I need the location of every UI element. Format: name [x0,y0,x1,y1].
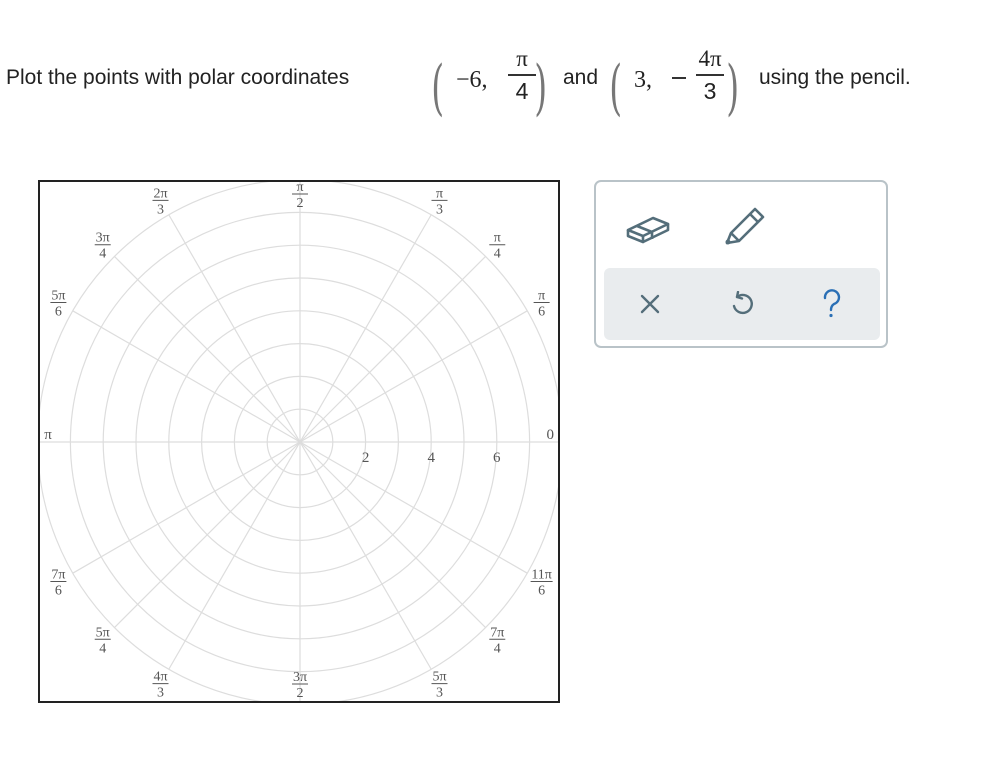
undo-button[interactable] [716,278,768,330]
angle-label: 0 [547,427,555,443]
angle-label: 3π2 [292,670,308,701]
angle-label-numerator: 2π [153,186,167,201]
angle-label: 4π3 [152,670,169,701]
angle-label: π [44,427,52,443]
angle-label-denominator: 2 [297,196,304,211]
close-paren: ) [726,53,740,123]
polar-grid[interactable]: 2 4 60π6π4π3π22π33π45π6π7π65π44π33π25π37π4… [40,182,558,701]
radial-tick-label: 2 [362,450,370,466]
angle-label-denominator: 6 [538,305,545,320]
angle-label-denominator: 4 [494,641,501,656]
angle-label-numerator: 5π [432,670,446,685]
angle-label-denominator: 6 [538,584,545,599]
angle-label-numerator: π [494,231,501,246]
angle-label: 7π4 [489,625,506,656]
angle-label-numerator: 7π [490,625,504,640]
angle-label-numerator: 7π [51,568,65,583]
close-paren: ) [534,53,548,123]
help-button[interactable] [806,278,858,330]
open-paren: ( [431,53,445,123]
point1-r: −6, [456,67,488,93]
action-bar [604,268,880,340]
eraser-icon [626,216,670,244]
grid-spoke [72,310,301,443]
angle-label-denominator: 6 [55,584,62,599]
angle-label-numerator: 5π [51,289,65,304]
grid-spoke [299,441,486,628]
close-icon [640,294,660,314]
eraser-tool[interactable] [618,196,678,256]
angle-label-denominator: 3 [157,686,164,701]
radial-tick-label: 6 [493,450,501,466]
angle-label: π6 [533,289,550,320]
angle-label-denominator: 3 [436,202,443,217]
angle-label: 5π4 [94,625,111,656]
angle-label-denominator: 3 [436,686,443,701]
polar-graph[interactable]: 2 4 6 0 π 6 π 4 π 3 π 2 2π 3 3π 4 5π 6 π 7π 6 5π 4 4π 3 3π 2 5π 3 7π 4… [38,180,560,703]
grid-spoke [114,441,301,628]
grid-spoke [299,310,528,443]
drawing-toolbar [594,180,888,348]
grid-spoke [72,441,301,574]
angle-label-denominator: 4 [99,247,106,262]
angle-label: 2π3 [152,186,169,217]
angle-label-numerator: 3π [96,231,110,246]
angle-label-denominator: 4 [99,641,106,656]
angle-label-numerator: π [436,186,443,201]
angle-label: π2 [292,182,308,211]
question-prefix: Plot the points with polar coordinates [6,66,350,89]
grid-spoke [168,441,301,670]
angle-label-numerator: 5π [96,625,110,640]
angle-label: π3 [431,186,448,217]
angle-label-numerator: 4π [153,670,167,685]
angle-label-numerator: π [538,289,545,304]
angle-label-numerator: 11π [531,568,552,583]
grid-spoke [299,441,432,670]
open-paren: ( [609,53,623,123]
angle-label-denominator: 2 [297,686,304,701]
grid-spoke [299,214,432,443]
angle-label: 5π6 [50,289,67,320]
question-prompt: Plot the points with polar coordinates (… [6,30,976,130]
grid-spoke [299,256,486,443]
angle-label-denominator: 4 [494,247,501,262]
point2-r: 3, [634,67,652,93]
question-conjunction: and [563,66,599,89]
question-suffix: using the pencil. [759,66,911,89]
pencil-tool[interactable] [714,196,774,256]
angle-label-numerator: 3π [293,670,307,685]
angle-label: 3π4 [94,231,111,262]
angle-label-numerator: π [296,182,303,195]
point2-theta-sign [672,77,686,79]
clear-button[interactable] [624,278,676,330]
angle-label: 5π3 [431,670,448,701]
pencil-icon [725,207,765,245]
point2-theta: 4π 3 [692,44,728,106]
grid-spoke [168,214,301,443]
grid-spoke [114,256,301,443]
radial-tick-label: 4 [427,450,435,466]
angle-label: 7π6 [50,568,67,599]
angle-label-denominator: 6 [55,305,62,320]
question-icon [823,289,841,318]
angle-label-denominator: 3 [157,202,164,217]
undo-icon [732,291,753,315]
angle-label: 11π6 [530,568,553,599]
angle-label: π4 [489,231,506,262]
